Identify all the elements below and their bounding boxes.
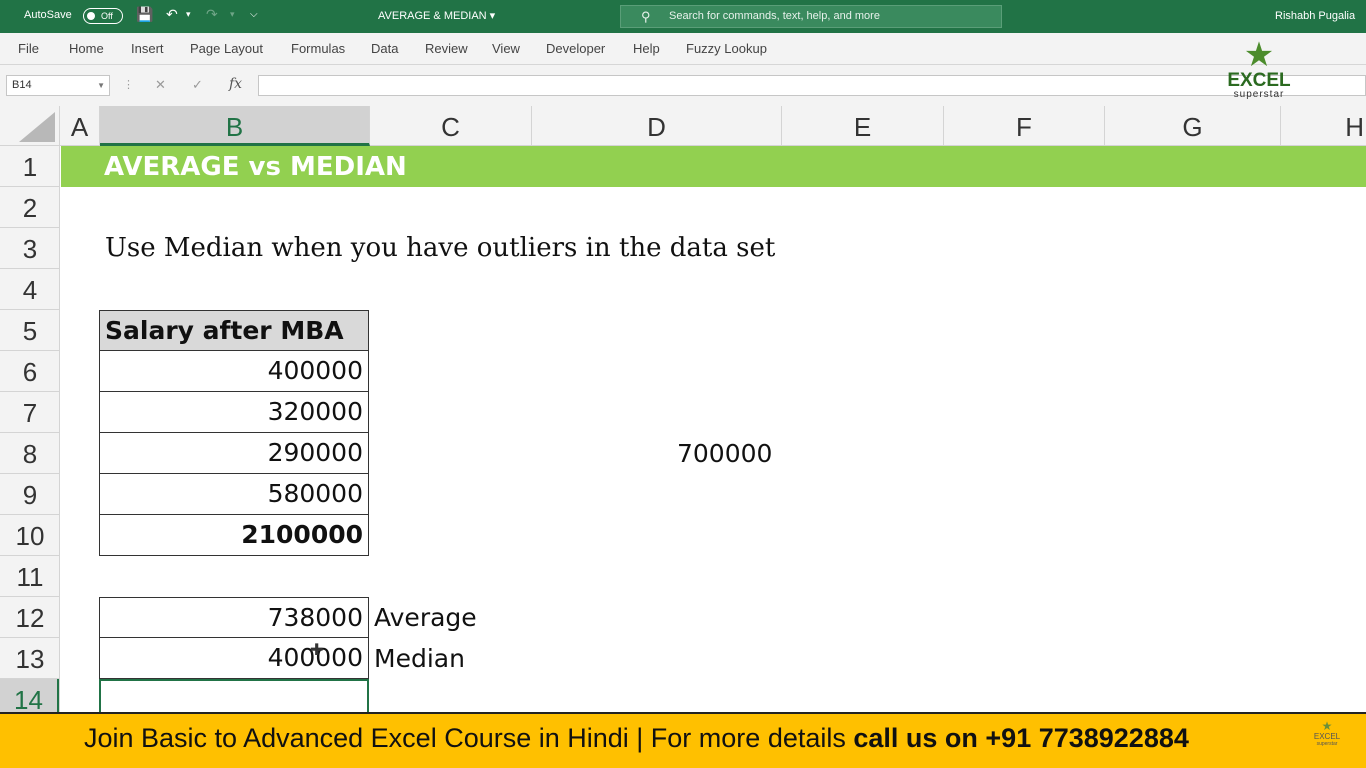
row-header-5[interactable]: 5 <box>0 310 59 351</box>
row-header-8[interactable]: 8 <box>0 433 59 474</box>
column-headers: A B C D E F G H <box>0 106 1366 146</box>
more-options-icon[interactable]: ⋮ <box>123 78 134 91</box>
undo-dropdown-icon[interactable]: ▾ <box>186 7 191 23</box>
star-icon: ★ <box>1243 35 1275 75</box>
autosave-toggle[interactable]: Off <box>83 8 123 24</box>
row-header-12[interactable]: 12 <box>0 597 59 638</box>
column-header-e[interactable]: E <box>782 106 944 146</box>
table-header-cell[interactable]: Salary after MBA <box>99 310 369 351</box>
tab-data[interactable]: Data <box>371 41 398 56</box>
median-value-cell[interactable]: 400000 <box>99 638 369 679</box>
cancel-icon[interactable]: ✕ <box>155 78 166 93</box>
mini-logo: ★ EXCEL superstar <box>1312 720 1342 747</box>
worksheet-grid[interactable]: AVERAGE vs MEDIAN Use Median when you ha… <box>61 146 1366 712</box>
tab-review[interactable]: Review <box>425 41 468 56</box>
mini-logo-superstar: superstar <box>1316 741 1338 747</box>
formula-bar: B14 ▼ ⋮ ✕ ✓ fx <box>0 65 1366 106</box>
logo-text-excel: EXCEL <box>1227 70 1291 91</box>
tab-home[interactable]: Home <box>69 41 104 56</box>
row-header-2[interactable]: 2 <box>0 187 59 228</box>
name-box[interactable]: B14 ▼ <box>6 75 110 96</box>
row-headers: 1 2 3 4 5 6 7 8 9 10 11 12 13 14 <box>0 146 60 712</box>
select-all-button[interactable] <box>0 106 60 146</box>
column-header-d[interactable]: D <box>532 106 782 146</box>
save-icon[interactable]: 💾 <box>136 7 153 23</box>
search-placeholder: Search for commands, text, help, and mor… <box>669 10 880 22</box>
column-header-f[interactable]: F <box>944 106 1105 146</box>
median-label[interactable]: Median <box>374 638 465 679</box>
average-value-cell[interactable]: 738000 <box>99 597 369 638</box>
redo-icon[interactable]: ↷ <box>206 7 218 23</box>
row-header-9[interactable]: 9 <box>0 474 59 515</box>
promo-text-bold: call us on +91 7738922884 <box>853 723 1189 753</box>
row-header-1[interactable]: 1 <box>0 146 59 187</box>
chevron-down-icon[interactable]: ▼ <box>97 76 105 95</box>
row-header-7[interactable]: 7 <box>0 392 59 433</box>
name-box-value: B14 <box>12 79 32 91</box>
column-header-b[interactable]: B <box>100 106 370 146</box>
tab-insert[interactable]: Insert <box>131 41 164 56</box>
excel-superstar-logo: ★ EXCEL superstar <box>1218 38 1300 110</box>
salary-cell[interactable]: 320000 <box>99 392 369 433</box>
star-icon: ★ <box>1321 719 1333 733</box>
cell-cursor-icon: ✚ <box>310 640 324 659</box>
enter-icon[interactable]: ✓ <box>192 78 203 93</box>
tab-formulas[interactable]: Formulas <box>291 41 345 56</box>
row-header-3[interactable]: 3 <box>0 228 59 269</box>
salary-cell[interactable]: 580000 <box>99 474 369 515</box>
note-text[interactable]: Use Median when you have outliers in the… <box>105 228 775 269</box>
document-title[interactable]: AVERAGE & MEDIAN ▾ <box>378 9 495 22</box>
row-header-11[interactable]: 11 <box>0 556 59 597</box>
search-box[interactable]: ⚲ Search for commands, text, help, and m… <box>620 5 1002 28</box>
tab-view[interactable]: View <box>492 41 520 56</box>
total-cell[interactable]: 2100000 <box>99 515 369 556</box>
mini-logo-excel: EXCEL <box>1313 732 1341 741</box>
column-header-h[interactable]: H <box>1281 106 1366 146</box>
d8-value-cell[interactable]: 700000 <box>677 433 772 474</box>
row-header-10[interactable]: 10 <box>0 515 59 556</box>
tab-developer[interactable]: Developer <box>546 41 605 56</box>
row-header-4[interactable]: 4 <box>0 269 59 310</box>
logo-text-superstar: superstar <box>1233 89 1285 100</box>
promo-banner: Join Basic to Advanced Excel Course in H… <box>0 712 1366 768</box>
undo-icon[interactable]: ↶ <box>166 7 178 23</box>
row-header-6[interactable]: 6 <box>0 351 59 392</box>
redo-dropdown-icon[interactable]: ▾ <box>230 7 235 23</box>
tab-page-layout[interactable]: Page Layout <box>190 41 263 56</box>
insert-function-button[interactable]: fx <box>229 76 242 92</box>
formula-input[interactable] <box>258 75 1366 96</box>
row-header-14[interactable]: 14 <box>0 679 59 712</box>
tab-fuzzy-lookup[interactable]: Fuzzy Lookup <box>686 41 767 56</box>
autosave-label: AutoSave <box>24 9 72 21</box>
column-header-c[interactable]: C <box>370 106 532 146</box>
selected-cell-b14[interactable] <box>99 679 369 712</box>
tab-help[interactable]: Help <box>633 41 660 56</box>
customize-qat-icon[interactable]: ⌵ <box>250 7 258 23</box>
ribbon-tabs: File Home Insert Page Layout Formulas Da… <box>0 33 1366 65</box>
sheet-title: AVERAGE vs MEDIAN <box>104 152 407 182</box>
salary-cell[interactable]: 290000 <box>99 433 369 474</box>
column-header-g[interactable]: G <box>1105 106 1281 146</box>
salary-cell[interactable]: 400000 <box>99 351 369 392</box>
promo-text: Join Basic to Advanced Excel Course in H… <box>84 723 1189 754</box>
row-header-13[interactable]: 13 <box>0 638 59 679</box>
title-banner-row[interactable]: AVERAGE vs MEDIAN <box>61 146 1366 187</box>
average-label[interactable]: Average <box>374 597 477 638</box>
search-icon: ⚲ <box>641 9 651 24</box>
tab-file[interactable]: File <box>18 41 39 56</box>
promo-text-regular: Join Basic to Advanced Excel Course in H… <box>84 723 854 753</box>
title-bar: AutoSave Off 💾 ↶ ▾ ↷ ▾ ⌵ AVERAGE & MEDIA… <box>0 0 1366 33</box>
user-name[interactable]: Rishabh Pugalia <box>1275 10 1355 22</box>
column-header-a[interactable]: A <box>60 106 100 146</box>
